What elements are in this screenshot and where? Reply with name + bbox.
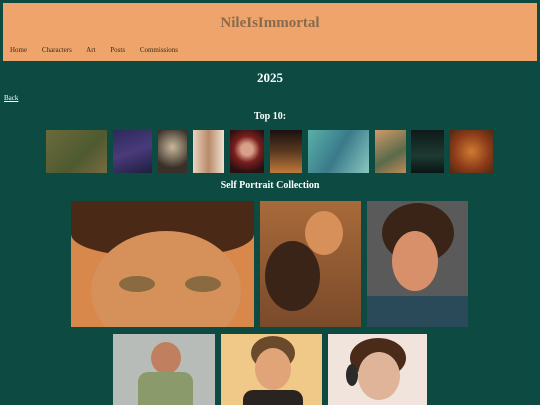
self-portrait-5[interactable] xyxy=(221,334,322,405)
top10-heading: Top 10: xyxy=(253,111,287,122)
portrait-face xyxy=(358,352,400,400)
nav-art[interactable]: Art xyxy=(86,46,95,54)
self-portrait-1[interactable] xyxy=(71,201,254,327)
top10-thumb-9[interactable] xyxy=(411,130,444,173)
top10-thumb-4[interactable] xyxy=(193,130,224,173)
portrait-eye-left xyxy=(119,276,155,292)
nav-posts[interactable]: Posts xyxy=(110,46,125,54)
site-header: NileIsImmortal Home Characters Art Posts… xyxy=(3,3,537,61)
self-portrait-3[interactable] xyxy=(367,201,468,327)
headphones-icon xyxy=(346,364,358,386)
portrait-shirt xyxy=(243,390,303,405)
nav-commissions[interactable]: Commissions xyxy=(140,46,178,54)
portrait-shirt xyxy=(138,372,193,405)
top10-thumb-1[interactable] xyxy=(46,130,107,173)
portrait-face xyxy=(151,342,181,374)
portrait-face xyxy=(305,211,343,255)
top10-thumb-2[interactable] xyxy=(113,130,152,173)
self-portrait-6[interactable] xyxy=(328,334,427,405)
portrait-dog xyxy=(265,241,320,311)
nav-bar: Home Characters Art Posts Commissions xyxy=(10,46,191,54)
collection-heading: Self Portrait Collection xyxy=(220,180,320,191)
self-portrait-2[interactable] xyxy=(260,201,361,327)
site-title[interactable]: NileIsImmortal xyxy=(3,15,537,32)
top10-thumb-8[interactable] xyxy=(375,130,406,173)
top10-thumb-3[interactable] xyxy=(158,130,187,173)
nav-characters[interactable]: Characters xyxy=(42,46,72,54)
portrait-face xyxy=(255,348,291,390)
top10-thumb-10[interactable] xyxy=(450,130,493,173)
portrait-face xyxy=(392,231,438,291)
self-portrait-4[interactable] xyxy=(113,334,215,405)
top10-thumb-6[interactable] xyxy=(270,130,302,173)
top10-thumb-7[interactable] xyxy=(308,130,369,173)
nav-home[interactable]: Home xyxy=(10,46,27,54)
portrait-eye-right xyxy=(185,276,221,292)
back-link[interactable]: Back xyxy=(4,94,18,102)
top10-thumb-5[interactable] xyxy=(230,130,264,173)
page-year-heading: 2025 xyxy=(257,70,283,85)
portrait-shirt xyxy=(367,296,468,327)
